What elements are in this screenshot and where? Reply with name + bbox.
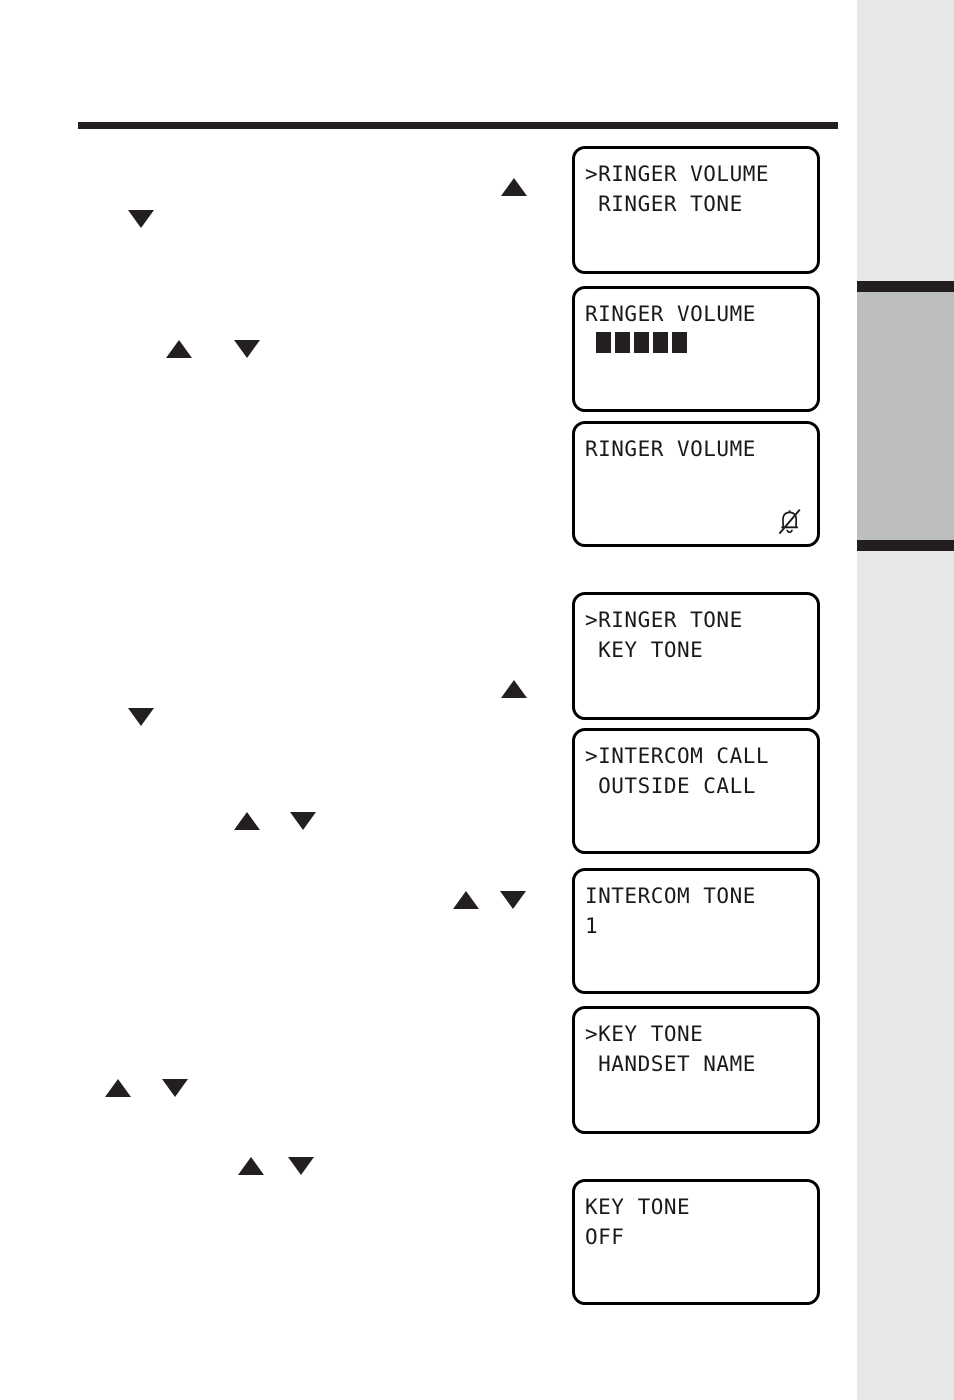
arrow-up-icon <box>501 680 527 698</box>
arrow-up-icon <box>501 178 527 196</box>
lcd-line: 1 <box>585 914 599 938</box>
arrow-up-icon <box>238 1157 264 1175</box>
lcd-text-area: >RINGER TONE KEY TONE <box>575 595 817 665</box>
lcd-line: OUTSIDE CALL <box>585 774 756 798</box>
lcd-line: >RINGER VOLUME <box>585 162 770 186</box>
lcd-line: RINGER TONE <box>585 192 743 216</box>
page-edge-tab <box>857 292 954 540</box>
section-rule <box>78 122 838 129</box>
volume-block <box>634 332 649 353</box>
volume-block <box>596 332 611 353</box>
lcd-ringer-volume-menu: >RINGER VOLUME RINGER TONE <box>572 146 820 274</box>
lcd-line: RINGER VOLUME <box>585 437 756 461</box>
volume-block <box>653 332 668 353</box>
lcd-line: HANDSET NAME <box>585 1052 756 1076</box>
volume-block <box>672 332 687 353</box>
lcd-text-area: >INTERCOM CALL OUTSIDE CALL <box>575 731 817 801</box>
lcd-line: KEY TONE <box>585 638 704 662</box>
arrow-down-icon <box>128 210 154 228</box>
lcd-text-area: RINGER VOLUME <box>575 289 817 359</box>
lcd-key-tone-value: KEY TONE OFF <box>572 1179 820 1305</box>
lcd-text-area: KEY TONE OFF <box>575 1182 817 1252</box>
arrow-up-icon <box>453 891 479 909</box>
arrow-down-icon <box>128 708 154 726</box>
lcd-ringer-volume-off: RINGER VOLUME <box>572 421 820 547</box>
arrow-down-icon <box>288 1157 314 1175</box>
lcd-ringer-tone-menu: >RINGER TONE KEY TONE <box>572 592 820 720</box>
lcd-line: OFF <box>585 1225 625 1249</box>
lcd-text-area: >KEY TONE HANDSET NAME <box>575 1009 817 1079</box>
lcd-intercom-tone: INTERCOM TONE 1 <box>572 868 820 994</box>
lcd-text-area: INTERCOM TONE 1 <box>575 871 817 941</box>
lcd-text-area: >RINGER VOLUME RINGER TONE <box>575 149 817 219</box>
arrow-down-icon <box>234 340 260 358</box>
lcd-line: >KEY TONE <box>585 1022 704 1046</box>
arrow-down-icon <box>162 1079 188 1097</box>
lcd-call-type-menu: >INTERCOM CALL OUTSIDE CALL <box>572 728 820 854</box>
arrow-down-icon <box>500 891 526 909</box>
manual-page: >RINGER VOLUME RINGER TONE RINGER VOLUME R… <box>0 0 954 1400</box>
page-edge-column <box>857 0 954 1400</box>
lcd-key-tone-menu: >KEY TONE HANDSET NAME <box>572 1006 820 1134</box>
lcd-line: >INTERCOM CALL <box>585 744 770 768</box>
arrow-down-icon <box>290 812 316 830</box>
lcd-line: RINGER VOLUME <box>585 302 756 326</box>
arrow-up-icon <box>166 340 192 358</box>
arrow-up-icon <box>105 1079 131 1097</box>
page-edge-bar-bottom <box>857 540 954 551</box>
lcd-line: KEY TONE <box>585 1195 691 1219</box>
ringer-volume-bars <box>585 329 817 359</box>
page-edge-bar-top <box>857 281 954 292</box>
lcd-text-area: RINGER VOLUME <box>575 424 817 464</box>
lcd-line: >RINGER TONE <box>585 608 743 632</box>
ringer-off-icon <box>778 508 801 535</box>
lcd-ringer-volume-level: RINGER VOLUME <box>572 286 820 412</box>
volume-block <box>615 332 630 353</box>
lcd-line: INTERCOM TONE <box>585 884 756 908</box>
arrow-up-icon <box>234 812 260 830</box>
